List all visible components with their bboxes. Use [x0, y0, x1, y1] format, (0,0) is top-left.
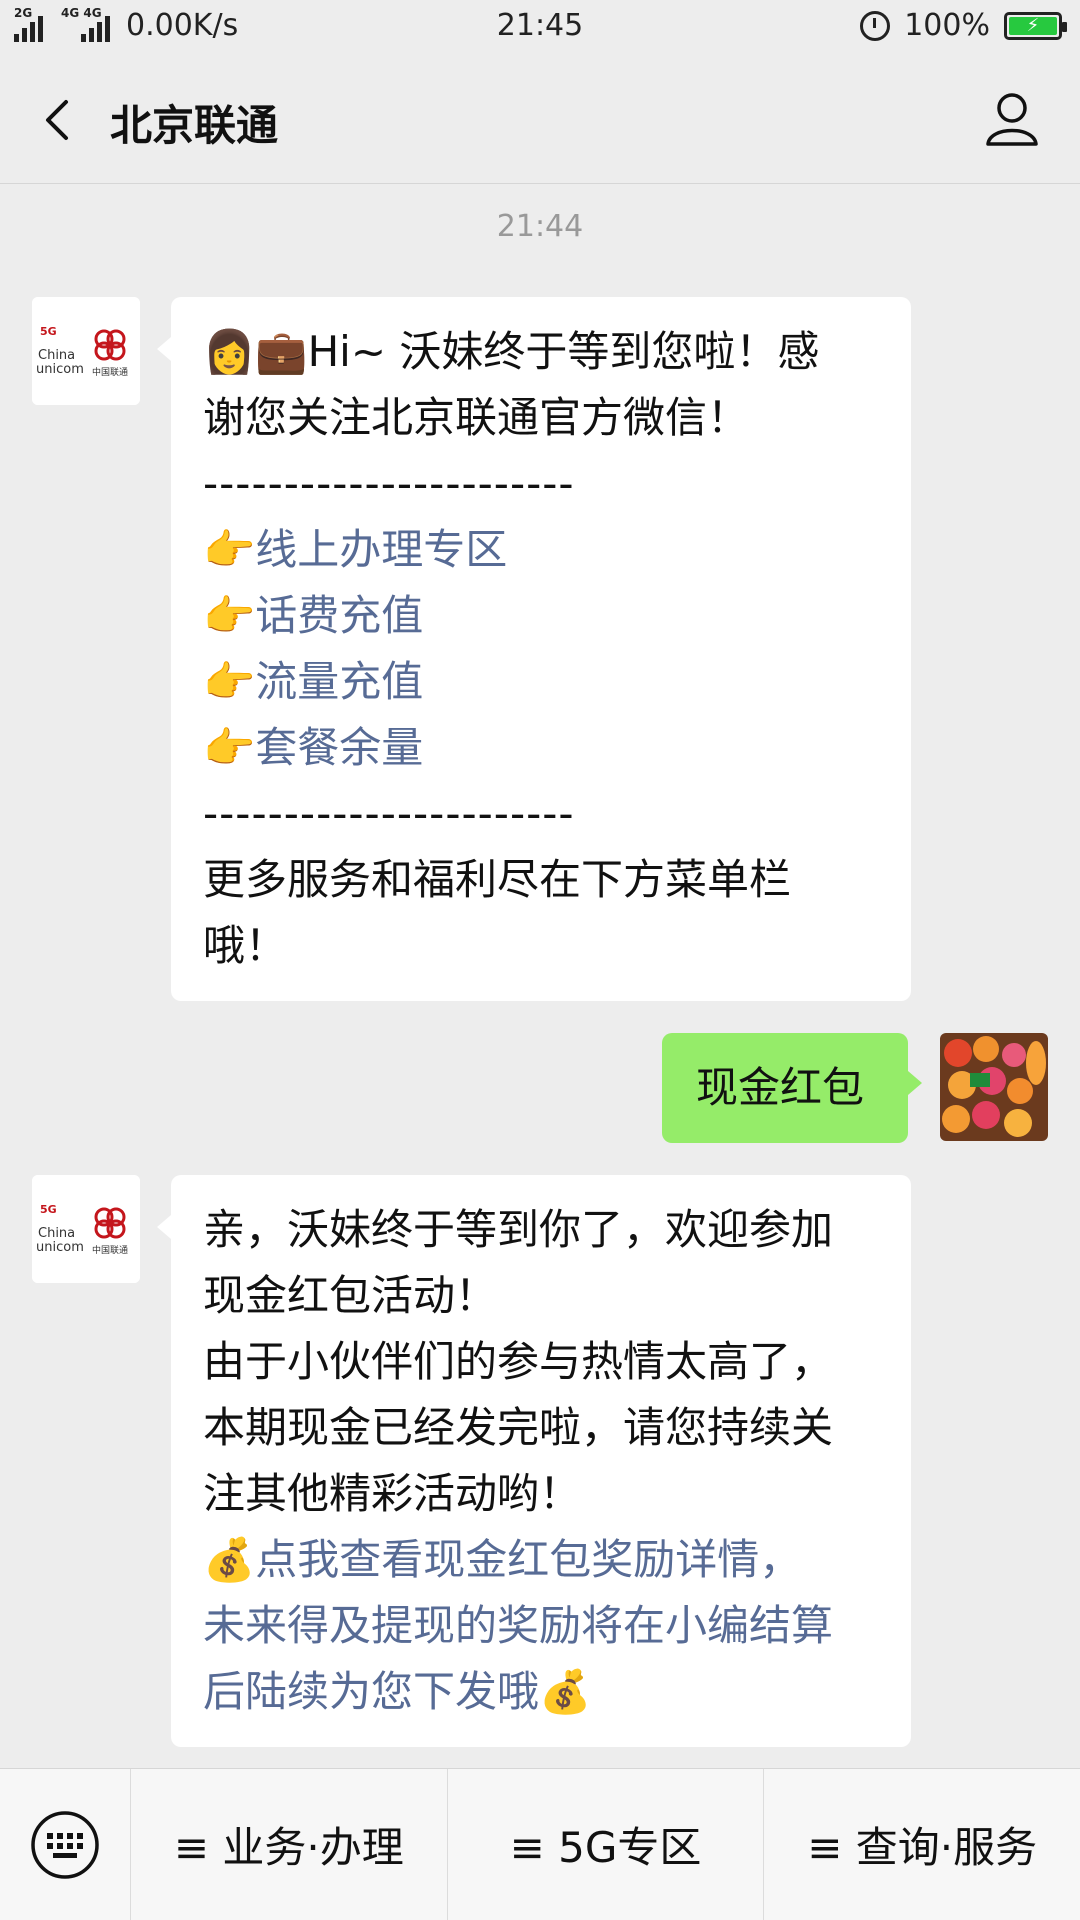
pointing-right-icon: 👉: [203, 657, 256, 706]
svg-text:unicom: unicom: [36, 362, 84, 377]
link-plan-balance[interactable]: 套餐余量: [255, 723, 423, 772]
sent-text: 现金红包: [696, 1063, 865, 1112]
message-timestamp: 21:44: [496, 209, 584, 244]
reply-link-row-1[interactable]: 💰点我查看现金红包奖励详情，: [203, 1527, 879, 1593]
footer-text-2: 哦！: [203, 921, 288, 970]
pointing-right-icon: 👉: [203, 723, 256, 772]
link-row-4[interactable]: 👉套餐余量: [203, 715, 879, 781]
china-unicom-logo-icon: 5G China unicom 中国联通: [32, 1175, 140, 1283]
pointing-right-icon: 👉: [203, 591, 256, 640]
briefcase-emoji-icon: 💼: [255, 327, 308, 376]
status-right: 100% ⚡: [860, 8, 1067, 43]
link-data-topup[interactable]: 流量充值: [255, 657, 423, 706]
woman-emoji-icon: 👩: [203, 327, 256, 376]
keyboard-toggle-button[interactable]: [0, 1769, 130, 1920]
battery-icon: ⚡: [1004, 11, 1067, 40]
reply-text-1: 亲，沃妹终于等到你了，欢迎参加: [203, 1205, 834, 1254]
chat-area[interactable]: 21:44 5G China unicom 中国联通 👩💼Hi~ 沃妹终于等到您…: [0, 185, 1080, 1765]
message-bubble-welcome[interactable]: 👩💼Hi~ 沃妹终于等到您啦！感 谢您关注北京联通官方微信！ ---------…: [157, 297, 911, 1001]
welcome-line-1: 👩💼Hi~ 沃妹终于等到您啦！感: [203, 319, 879, 385]
unicom-avatar[interactable]: 5G China unicom 中国联通: [32, 297, 140, 405]
reply-text-5: 注其他精彩活动哟！: [203, 1469, 582, 1518]
page-title: 北京联通: [110, 101, 279, 150]
money-bag-icon: 💰: [203, 1535, 256, 1584]
link-row-3[interactable]: 👉流量充值: [203, 649, 879, 715]
unicom-avatar-2[interactable]: 5G China unicom 中国联通: [32, 1175, 140, 1283]
pointing-right-icon: 👉: [203, 525, 256, 574]
svg-text:unicom: unicom: [36, 1240, 84, 1255]
svg-text:5G: 5G: [40, 1203, 57, 1216]
link-redpacket-details-2[interactable]: 未来得及提现的奖励将在小编结算: [203, 1593, 879, 1659]
menu-business[interactable]: ≡ 业务·办理: [130, 1769, 447, 1920]
footer-text-1: 更多服务和福利尽在下方菜单栏: [203, 855, 792, 904]
welcome-text-2: 谢您关注北京联通官方微信！: [203, 393, 750, 442]
link-redpacket-details-3[interactable]: 后陆续为您下发哦: [203, 1667, 539, 1716]
nav-bar: 北京联通: [0, 56, 1080, 184]
alarm-icon: [860, 10, 891, 41]
link-row-2[interactable]: 👉话费充值: [203, 583, 879, 649]
fruit-photo-icon: [940, 1033, 1048, 1141]
welcome-text-1: Hi~ 沃妹终于等到您啦！感: [307, 327, 820, 376]
user-avatar[interactable]: [940, 1033, 1048, 1141]
svg-text:China: China: [38, 1226, 75, 1241]
chevron-left-icon[interactable]: [30, 90, 90, 150]
service-menu-bar: ≡ 业务·办理 ≡ 5G专区 ≡ 查询·服务: [0, 1768, 1080, 1920]
message-bubble-sent[interactable]: 现金红包: [662, 1033, 922, 1143]
reply-text-4: 本期现金已经发完啦，请您持续关: [203, 1403, 834, 1452]
reply-text-3: 由于小伙伴们的参与热情太高了，: [203, 1337, 834, 1386]
divider-bottom: -----------------------: [203, 789, 575, 838]
link-redpacket-details[interactable]: 点我查看现金红包奖励详情，: [255, 1535, 801, 1584]
keyboard-icon: [31, 1810, 99, 1879]
link-row-1[interactable]: 👉线上办理专区: [203, 517, 879, 583]
divider-top: -----------------------: [203, 459, 575, 508]
svg-text:5G: 5G: [40, 325, 57, 338]
reply-link-row-3[interactable]: 后陆续为您下发哦💰: [203, 1659, 879, 1725]
menu-5g-zone[interactable]: ≡ 5G专区: [446, 1769, 764, 1920]
message-bubble-redpacket[interactable]: 亲，沃妹终于等到你了，欢迎参加 现金红包活动！ 由于小伙伴们的参与热情太高了， …: [157, 1175, 911, 1747]
link-phone-topup[interactable]: 话费充值: [255, 591, 423, 640]
status-bar: 2G 4G 4G 0.00K/s 21:45 100% ⚡: [0, 0, 1080, 56]
svg-text:China: China: [38, 348, 75, 363]
svg-text:中国联通: 中国联通: [92, 1244, 128, 1256]
link-online-service[interactable]: 线上办理专区: [255, 525, 507, 574]
reply-text-2: 现金红包活动！: [203, 1271, 498, 1320]
person-icon[interactable]: [980, 86, 1044, 150]
menu-query-service[interactable]: ≡ 查询·服务: [763, 1769, 1080, 1920]
money-bag-icon: 💰: [539, 1667, 592, 1716]
battery-percent: 100%: [904, 8, 990, 43]
china-unicom-logo-icon: 5G China unicom 中国联通: [32, 297, 140, 405]
svg-text:中国联通: 中国联通: [92, 366, 128, 378]
